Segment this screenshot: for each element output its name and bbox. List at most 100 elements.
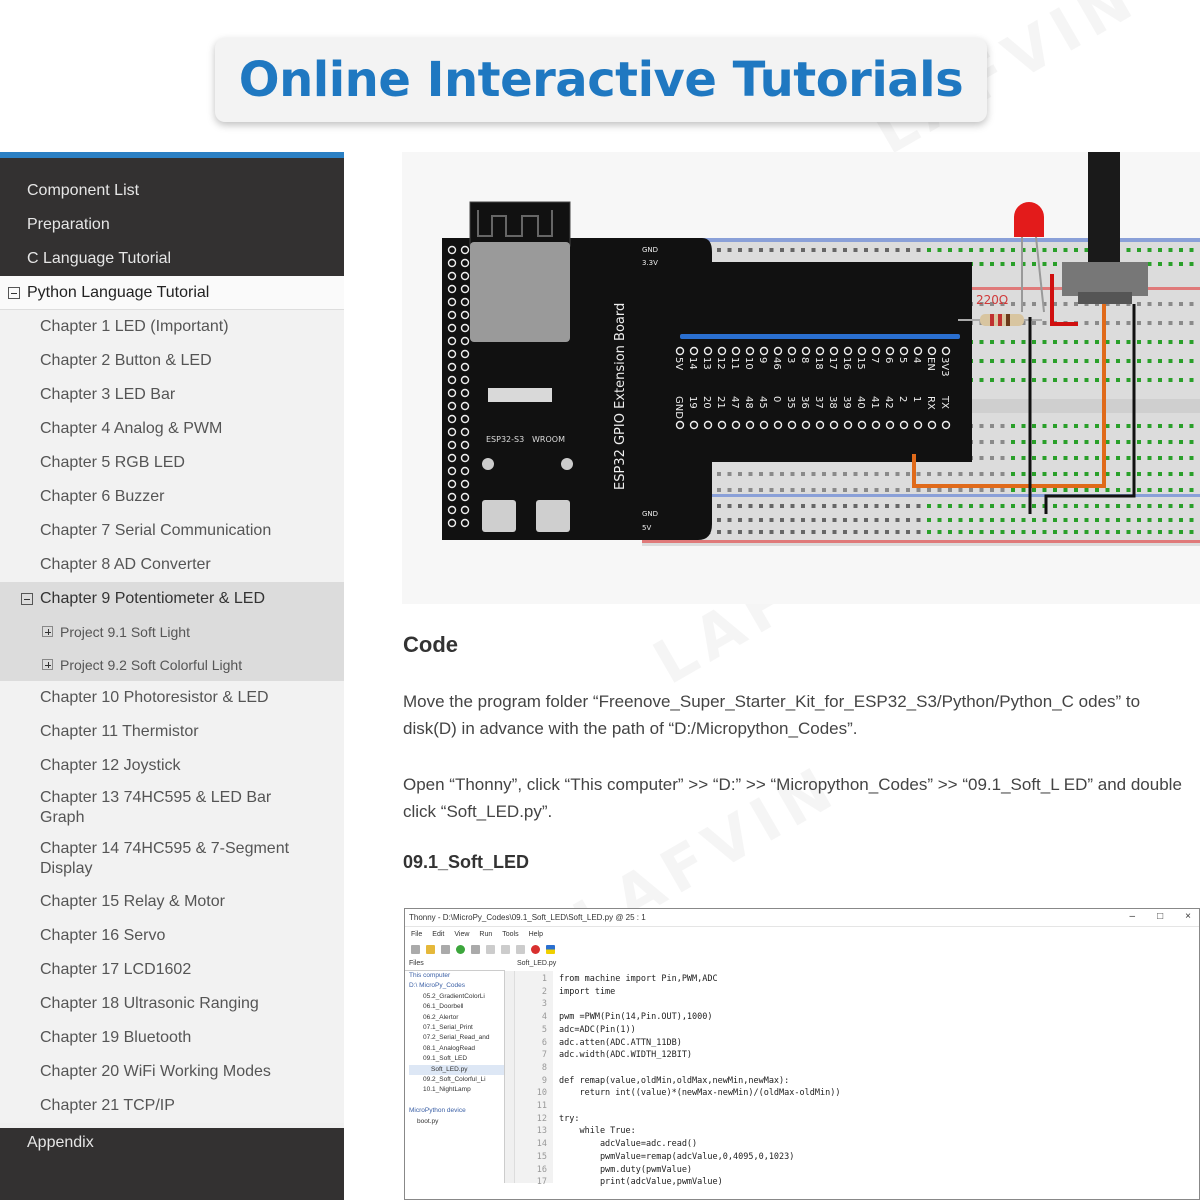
file-item[interactable]: 07.1_Serial_Print	[409, 1023, 504, 1033]
file-item[interactable]: This computer	[409, 971, 504, 981]
maximize-icon[interactable]: □	[1157, 911, 1163, 922]
chapter-item[interactable]: Chapter 14 74HC595 & 7-Segment Display	[0, 834, 300, 885]
chapter-item[interactable]: Chapter 2 Button & LED	[0, 344, 344, 378]
breadboard-hole	[1126, 321, 1131, 325]
breadboard-hole	[864, 504, 868, 508]
breadboard-hole	[811, 504, 816, 508]
file-item[interactable]: 09.1_Soft_LED	[409, 1054, 504, 1064]
chapter-item[interactable]: Chapter 15 Relay & Motor	[0, 885, 344, 919]
breadboard-hole	[1147, 302, 1152, 306]
file-item[interactable]: 05.2_GradientColorLi	[409, 992, 504, 1002]
file-item[interactable]: boot.py	[409, 1117, 504, 1127]
file-scrollbar[interactable]	[505, 971, 515, 1183]
file-item[interactable]: 06.1_Doorbell	[409, 1002, 504, 1012]
sidebar-item-preparation[interactable]: Preparation	[0, 208, 344, 242]
close-icon[interactable]: ×	[1185, 911, 1191, 922]
menu-edit[interactable]: Edit	[432, 931, 444, 938]
file-item[interactable]	[409, 1096, 504, 1106]
breadboard-hole	[1179, 440, 1183, 444]
breadboard-hole	[1074, 302, 1078, 306]
breadboard-hole	[937, 248, 942, 252]
breadboard-hole	[1095, 340, 1099, 344]
stop-icon[interactable]	[531, 944, 540, 954]
chapter-item[interactable]: Chapter 19 Bluetooth	[0, 1021, 344, 1055]
expand-icon[interactable]	[42, 659, 53, 670]
breadboard-hole	[1158, 530, 1162, 534]
chapter-item[interactable]: Chapter 6 Buzzer	[0, 480, 344, 514]
files-tab[interactable]: Files	[405, 957, 505, 971]
chapter-item[interactable]: Chapter 21 TCP/IP	[0, 1089, 344, 1123]
breadboard-hole	[1032, 248, 1036, 252]
chapter-item[interactable]: Chapter 18 Ultrasonic Ranging	[0, 987, 344, 1021]
file-item[interactable]: D:\ MicroPy_Codes	[409, 981, 504, 991]
sidebar-item-component-list[interactable]: Component List	[0, 174, 344, 208]
collapse-icon[interactable]	[21, 592, 33, 605]
file-item[interactable]: Soft_LED.py	[409, 1064, 504, 1076]
file-item[interactable]: 09.2_Soft_Colorful_Li	[409, 1075, 504, 1085]
menu-run[interactable]: Run	[479, 931, 492, 938]
breadboard-hole	[1063, 424, 1068, 428]
chapter-item[interactable]: Chapter 4 Analog & PWM	[0, 412, 344, 446]
collapse-icon[interactable]	[8, 286, 20, 299]
menu-view[interactable]: View	[454, 931, 469, 938]
breadboard-hole	[1053, 472, 1057, 476]
breadboard-hole	[1032, 530, 1036, 534]
breadboard-hole	[990, 472, 994, 476]
menu-help[interactable]: Help	[529, 931, 543, 938]
new-file-icon[interactable]	[411, 944, 420, 954]
menu-tools[interactable]: Tools	[502, 931, 518, 938]
resume-icon[interactable]	[516, 944, 525, 954]
breadboard-hole	[990, 488, 994, 492]
file-item[interactable]: 07.2_Serial_Read_and	[409, 1033, 504, 1043]
pin-label: 47	[729, 396, 740, 409]
expand-icon[interactable]	[42, 626, 53, 637]
chapter-item[interactable]: Chapter 5 RGB LED	[0, 446, 344, 480]
project-item[interactable]: Project 9.2 Soft Colorful Light	[0, 648, 344, 681]
breadboard-hole	[1158, 378, 1162, 382]
breadboard-hole	[1084, 440, 1089, 444]
breadboard-hole	[1189, 340, 1194, 344]
step-over-icon[interactable]	[486, 944, 495, 954]
menu-file[interactable]: File	[411, 931, 422, 938]
breadboard-hole	[853, 518, 858, 522]
chapter-item[interactable]: Chapter 17 LCD1602	[0, 953, 344, 987]
chapter-item[interactable]: Chapter 13 74HC595 & LED Bar Graph	[0, 783, 300, 834]
flag-icon[interactable]	[546, 944, 555, 954]
chapter-item[interactable]: Chapter 12 Joystick	[0, 749, 344, 783]
chapter-item[interactable]: Chapter 3 LED Bar	[0, 378, 344, 412]
pin-label: 37	[813, 396, 824, 409]
file-item[interactable]: 10.1_NightLamp	[409, 1085, 504, 1095]
breadboard-hole	[874, 504, 879, 508]
run-icon[interactable]	[456, 944, 465, 954]
project-item[interactable]: Project 9.1 Soft Light	[0, 615, 344, 648]
open-folder-icon[interactable]	[426, 944, 435, 954]
breadboard-hole	[1179, 302, 1183, 306]
breadboard-hole	[738, 518, 742, 522]
editor-tab[interactable]: Soft_LED.py	[505, 957, 556, 971]
sidebar-item-c-language[interactable]: C Language Tutorial	[0, 242, 344, 276]
sidebar-item-python-tutorial[interactable]: Python Language Tutorial	[0, 276, 344, 310]
file-item[interactable]: MicroPython device	[409, 1106, 504, 1116]
breadboard-hole	[769, 488, 774, 492]
file-item[interactable]: 08.1_AnalogRead	[409, 1044, 504, 1054]
chapter-item[interactable]: Chapter 7 Serial Communication	[0, 514, 344, 548]
step-into-icon[interactable]	[501, 944, 510, 954]
breadboard-hole	[1116, 456, 1120, 460]
file-browser: This computer D:\ MicroPy_Codes 05.2_Gradi…	[405, 971, 505, 1183]
sidebar-item-appendix[interactable]: Appendix	[0, 1128, 344, 1200]
minimize-icon[interactable]: –	[1130, 911, 1136, 922]
chapter-item[interactable]: Chapter 10 Photoresistor & LED	[0, 681, 344, 715]
breadboard-hole	[1011, 530, 1015, 534]
debug-icon[interactable]	[471, 944, 480, 954]
file-item[interactable]: 06.2_Alertor	[409, 1013, 504, 1023]
breadboard-hole	[1189, 504, 1194, 508]
code-editor[interactable]: from machine import Pin,PWM,ADC import ti…	[553, 971, 1199, 1187]
chapter-item[interactable]: Chapter 1 LED (Important)	[0, 310, 344, 344]
save-icon[interactable]	[441, 944, 450, 954]
chapter-item[interactable]: Chapter 20 WiFi Working Modes	[0, 1055, 344, 1089]
chapter-item-active[interactable]: Chapter 9 Potentiometer & LED	[0, 582, 344, 615]
breadboard-hole	[1021, 488, 1026, 492]
chapter-item[interactable]: Chapter 8 AD Converter	[0, 548, 344, 582]
chapter-item[interactable]: Chapter 16 Servo	[0, 919, 344, 953]
chapter-item[interactable]: Chapter 11 Thermistor	[0, 715, 344, 749]
